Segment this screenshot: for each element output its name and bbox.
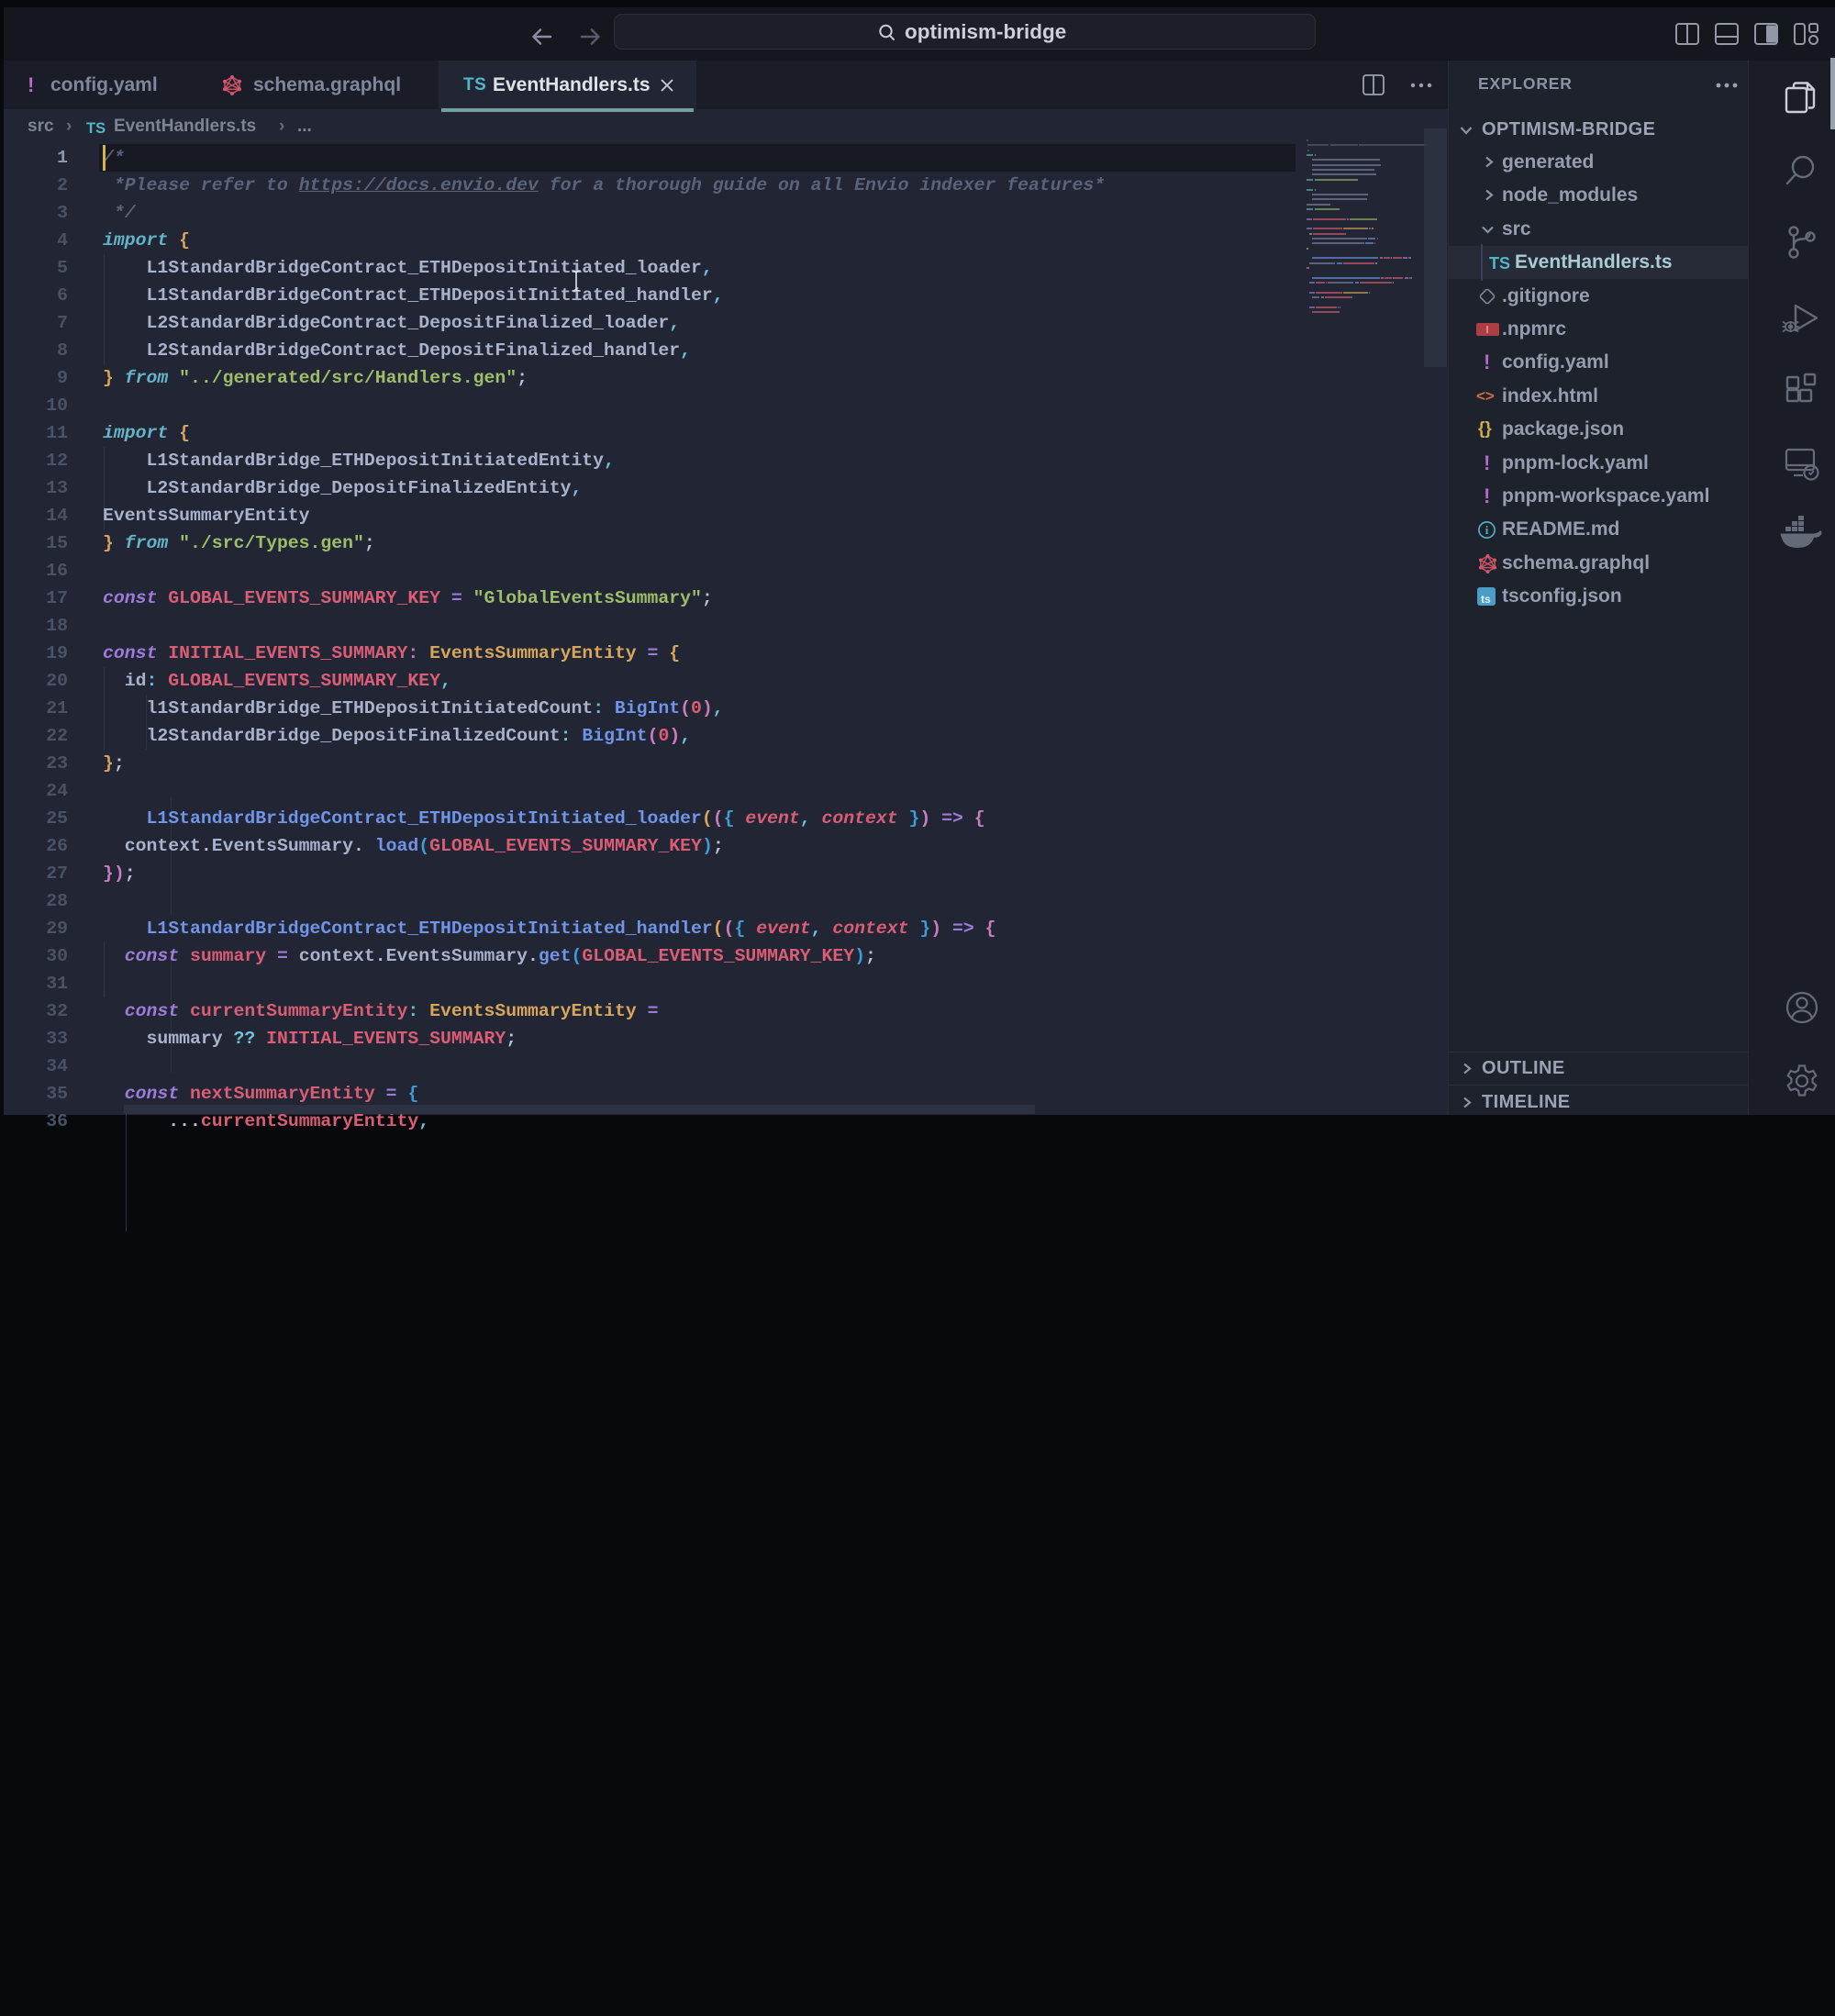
svg-text:i: i (1485, 523, 1489, 537)
